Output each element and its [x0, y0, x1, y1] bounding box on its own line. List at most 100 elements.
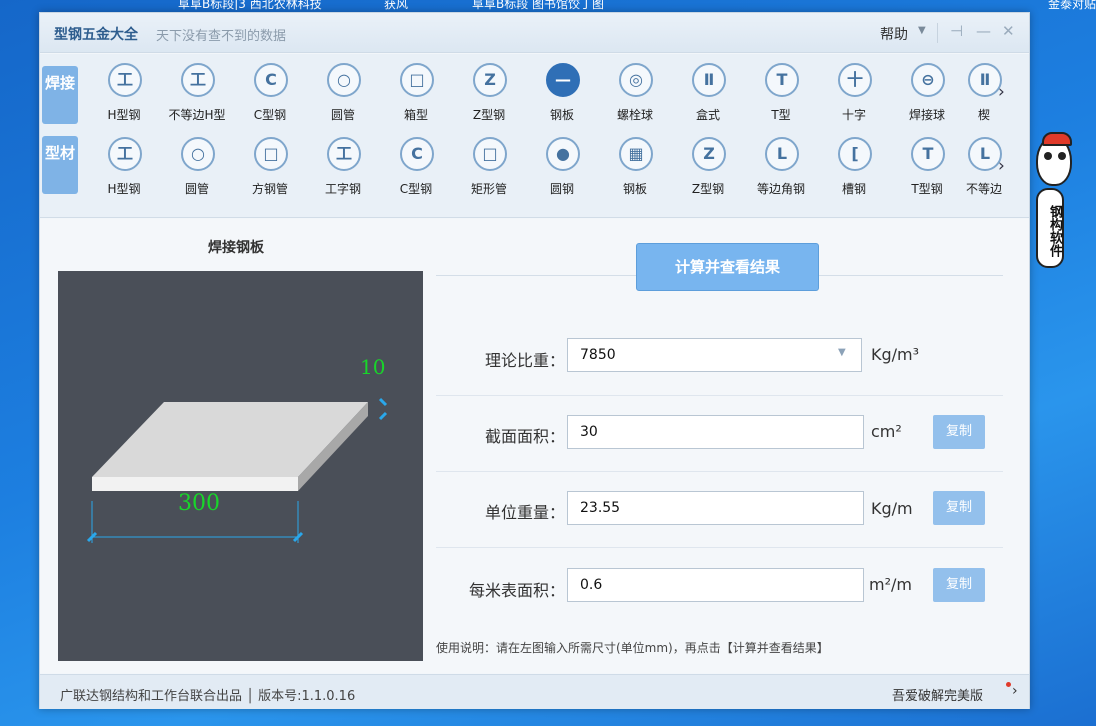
area-field[interactable]: 30: [567, 415, 864, 449]
taskbar-item[interactable]: 阜阜B标段|3 西北农林科技: [178, 0, 322, 10]
welded-ball-icon: ⊖: [911, 63, 945, 97]
density-select[interactable]: 7850: [567, 338, 862, 372]
dimension-tick: [378, 411, 388, 421]
chevron-down-icon[interactable]: ▼: [838, 347, 846, 358]
status-edition-link[interactable]: 吾爱破解完美版: [892, 685, 983, 704]
tool-c-channel[interactable]: C C型钢: [380, 133, 452, 203]
mascot-eye: [1044, 152, 1052, 160]
taskbar-item[interactable]: 阜阜B标段 图书馆饺丁图: [472, 0, 604, 10]
pin-icon[interactable]: ⊣: [950, 22, 963, 40]
tool-label: Z型钢: [691, 182, 725, 196]
density-unit: Kg/m³: [871, 345, 920, 364]
chevron-right-icon[interactable]: ›: [998, 156, 1005, 176]
tool-label: Z型钢: [472, 108, 506, 122]
tool-bolt-ball[interactable]: ◎ 螺栓球: [599, 59, 671, 129]
tool-label: 方钢管: [251, 182, 288, 196]
usage-note: 使用说明：请在左图输入所需尺寸(单位mm)，再点击【计算并查看结果】: [436, 641, 829, 655]
tool-round-tube[interactable]: ○ 圆管: [161, 133, 233, 203]
close-button[interactable]: ✕: [1002, 22, 1015, 40]
status-credits: 广联达钢结构和工作台联合出品 │ 版本号:1.1.0.16: [60, 689, 356, 704]
tool-label: 等边角钢: [756, 182, 805, 196]
calculate-button[interactable]: 计算并查看结果: [636, 243, 819, 291]
tool-z-section[interactable]: Z Z型钢: [453, 59, 525, 129]
weight-unit: Kg/m: [871, 499, 913, 518]
tool-steel-plate[interactable]: — 钢板: [526, 59, 598, 129]
category-tab-profile[interactable]: 型材: [42, 136, 78, 194]
steel-plate-drawing: [86, 397, 388, 543]
tool-plate[interactable]: ▦ 钢板: [599, 133, 671, 203]
drawing-canvas: 10 300: [58, 271, 423, 661]
taskbar-item[interactable]: 获风: [384, 0, 408, 10]
tool-label: H型钢: [107, 182, 141, 196]
row-separator: [436, 395, 1003, 396]
surface-unit: m²/m: [869, 575, 912, 594]
area-label: 截面面积：: [484, 427, 565, 446]
dimension-tick: [378, 397, 388, 407]
box-type-icon: Ⅱ: [692, 63, 726, 97]
channel-icon: [: [838, 137, 872, 171]
tool-z-section[interactable]: Z Z型钢: [672, 133, 744, 203]
equal-angle-icon: L: [765, 137, 799, 171]
chevron-right-icon[interactable]: ›: [1012, 683, 1018, 699]
drawing-title: 焊接钢板: [208, 240, 264, 256]
round-tube-icon: ○: [181, 137, 215, 171]
box-section-icon: □: [400, 63, 434, 97]
unequal-h-icon: 工: [181, 63, 215, 97]
tool-label: C型钢: [399, 182, 433, 196]
width-dimension[interactable]: 300: [178, 491, 220, 516]
tool-square-tube[interactable]: □ 方钢管: [234, 133, 306, 203]
rect-tube-icon: □: [473, 137, 507, 171]
i-beam-icon: 工: [327, 137, 361, 171]
cross-section-icon: 十: [838, 63, 872, 97]
tool-channel[interactable]: [槽钢: [818, 133, 890, 203]
tool-h-beam[interactable]: 工 H型钢: [88, 133, 160, 203]
mascot-widget[interactable]: 钢构软件: [1030, 132, 1082, 276]
tool-label: 不等边H型: [168, 108, 226, 122]
plate-top-face: [92, 402, 368, 477]
copy-area-button[interactable]: 复制: [933, 415, 985, 449]
tool-unequal-h[interactable]: 工不等边H型: [161, 59, 233, 129]
density-label: 理论比重：: [484, 351, 565, 370]
c-channel-icon: C: [400, 137, 434, 171]
tool-label: C型钢: [253, 108, 287, 122]
tool-round-tube[interactable]: ○ 圆管: [307, 59, 379, 129]
surface-label: 每米表面积：: [468, 581, 565, 600]
tool-i-beam[interactable]: 工工字钢: [307, 133, 379, 203]
area-unit: cm²: [871, 422, 902, 441]
tool-label: 楔: [977, 108, 990, 122]
tool-equal-angle[interactable]: L 等边角钢: [745, 133, 817, 203]
weight-field[interactable]: 23.55: [567, 491, 864, 525]
tool-label: 十字: [841, 108, 866, 122]
tool-label: T型: [771, 108, 791, 122]
tool-box-type[interactable]: Ⅱ 盒式: [672, 59, 744, 129]
status-bar: 广联达钢结构和工作台联合出品 │ 版本号:1.1.0.16 吾爱破解完美版 ›: [40, 674, 1029, 709]
tool-palette: 焊接 型材 工 H型钢 工不等边H型 C C型钢 ○ 圆管 □ 箱型 Z Z型钢 — 钢板 …: [40, 54, 1029, 218]
weight-label: 单位重量：: [484, 503, 565, 522]
tool-label: 螺栓球: [616, 108, 653, 122]
row-separator: [436, 471, 1003, 472]
surface-field[interactable]: 0.6: [567, 568, 864, 602]
category-tab-welded[interactable]: 焊接: [42, 66, 78, 124]
mascot-hat: [1042, 132, 1072, 146]
z-section-icon: Z: [473, 63, 507, 97]
tool-rect-tube[interactable]: □ 矩形管: [453, 133, 525, 203]
minimize-button[interactable]: —: [976, 22, 991, 40]
tool-t-section[interactable]: T T型: [745, 59, 817, 129]
notification-dot: [1006, 682, 1011, 687]
tool-cross[interactable]: 十十字: [818, 59, 890, 129]
tool-round-bar[interactable]: ● 圆钢: [526, 133, 598, 203]
chevron-down-icon[interactable]: ▼: [918, 25, 926, 36]
copy-weight-button[interactable]: 复制: [933, 491, 985, 525]
copy-surface-button[interactable]: 复制: [933, 568, 985, 602]
main-content: 焊接钢板 10 300 计算并查看结果 理论比重： 7850 ▼ Kg/m³ 截…: [40, 219, 1029, 673]
help-menu[interactable]: 帮助: [880, 24, 908, 44]
tool-h-beam[interactable]: 工 H型钢: [88, 59, 160, 129]
round-bar-icon: ●: [546, 137, 580, 171]
chevron-right-icon[interactable]: ›: [998, 82, 1005, 102]
thickness-dimension[interactable]: 10: [360, 355, 385, 379]
tool-label: 不等边: [965, 182, 1002, 196]
tool-box[interactable]: □ 箱型: [380, 59, 452, 129]
tool-c-channel[interactable]: C C型钢: [234, 59, 306, 129]
row-separator: [436, 547, 1003, 548]
tool-label: 钢板: [549, 108, 574, 122]
